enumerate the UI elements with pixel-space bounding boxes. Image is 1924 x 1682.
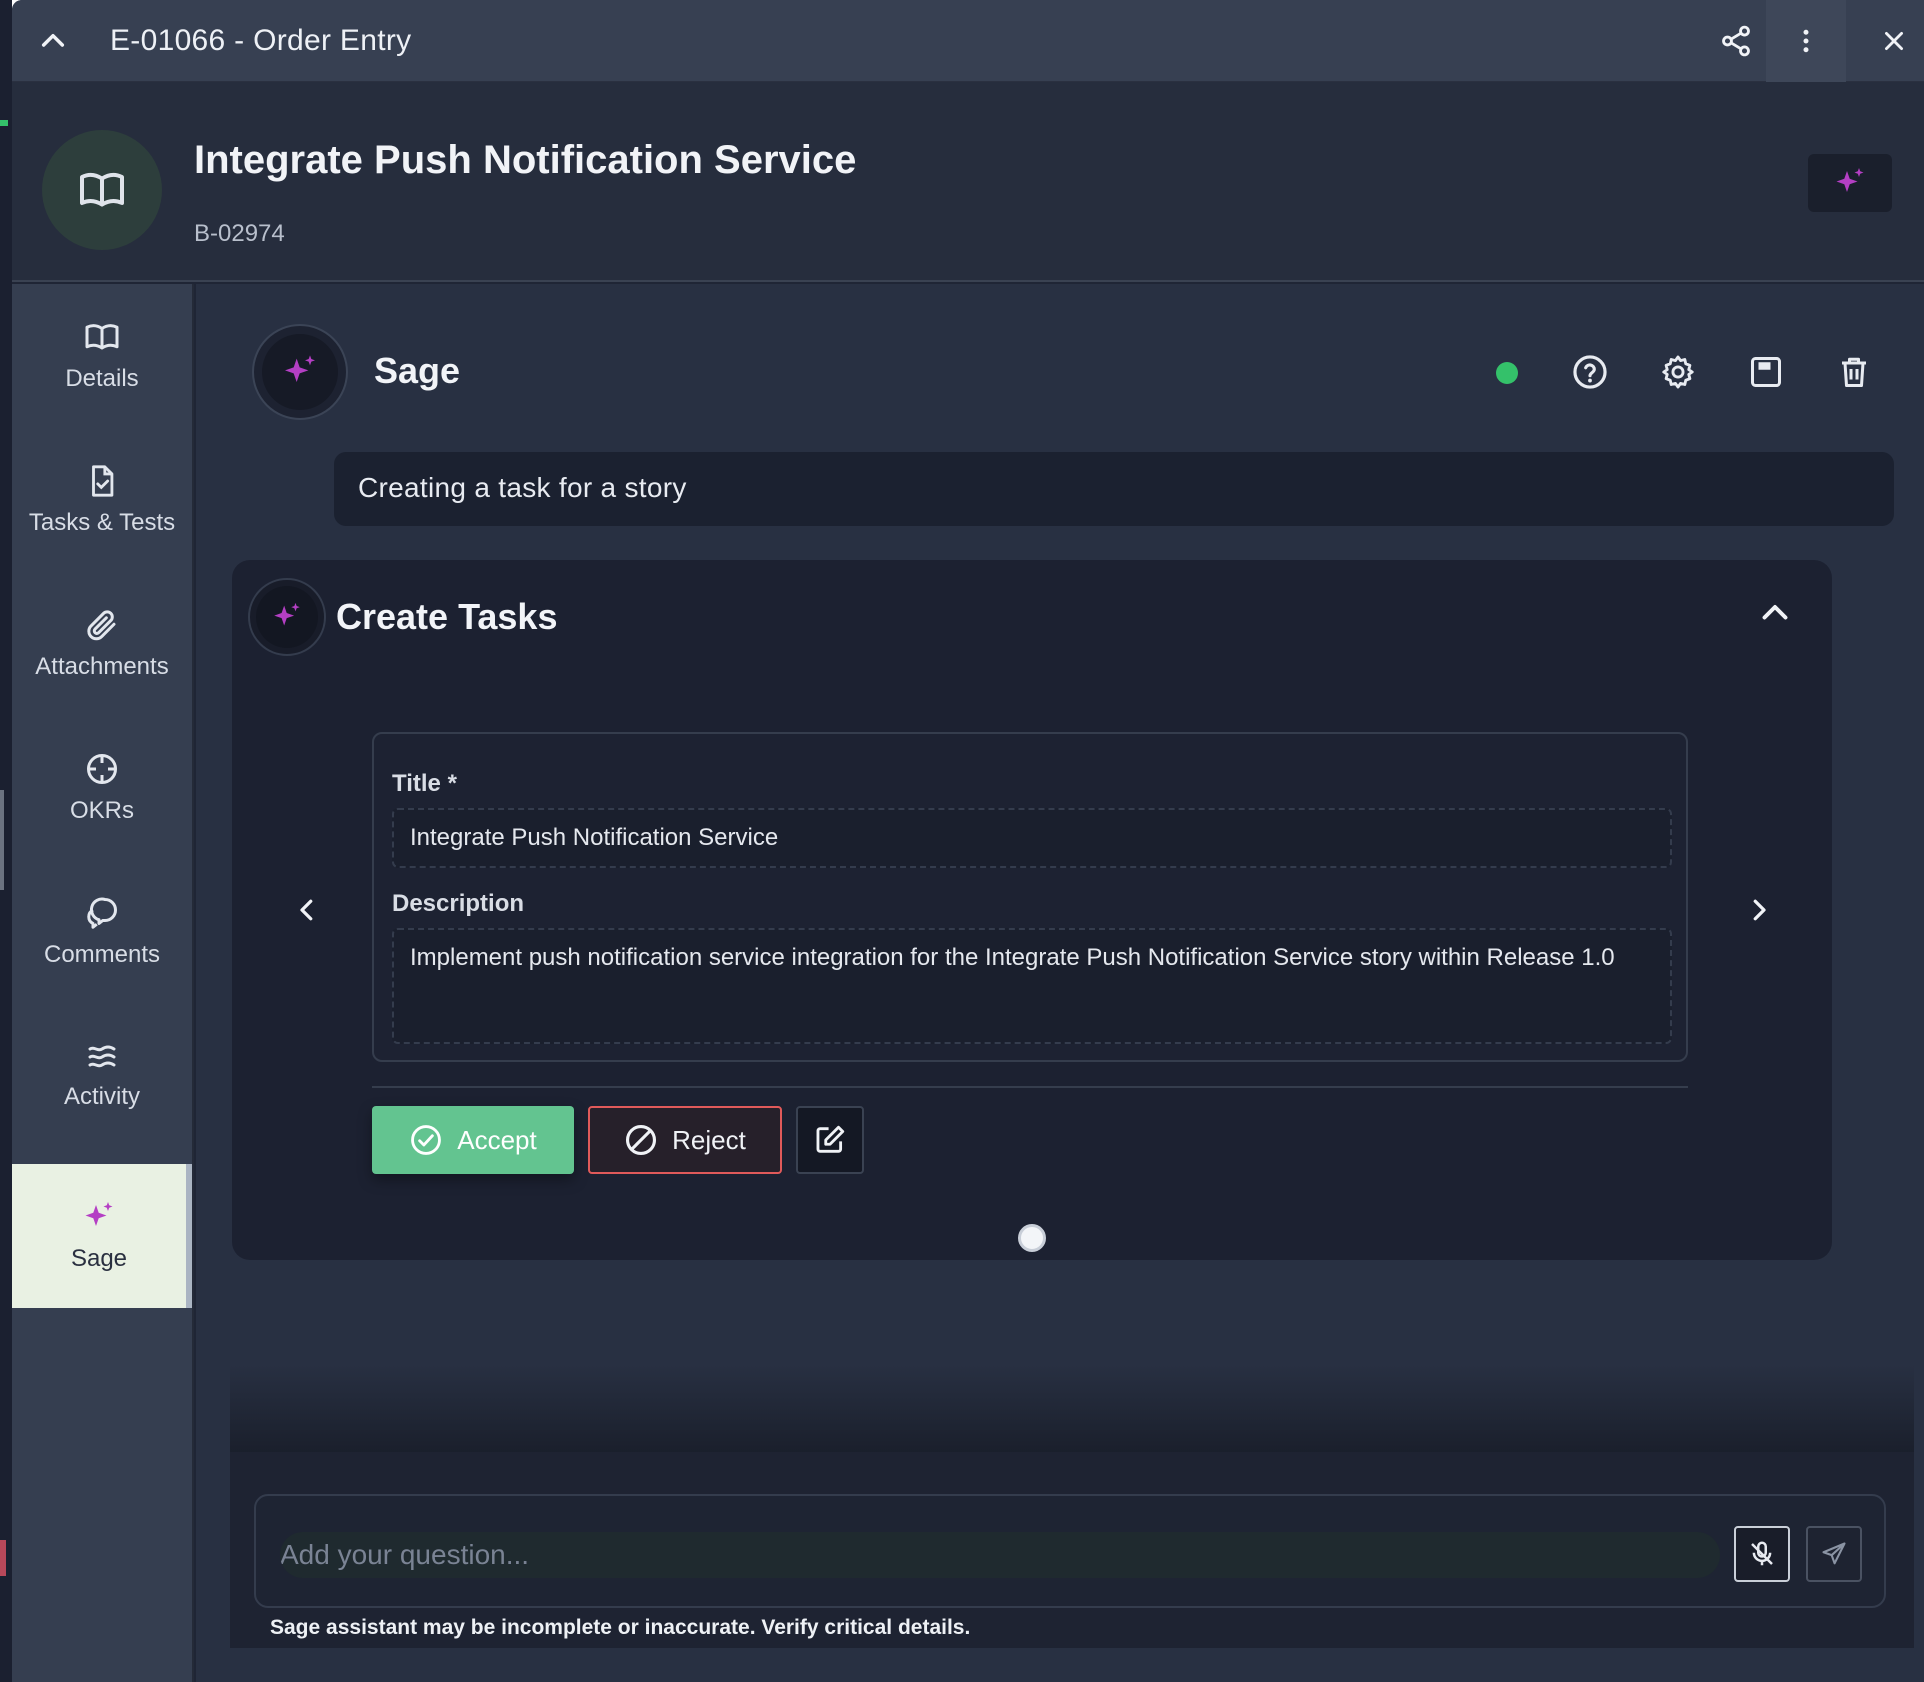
chevron-up-icon: [1762, 605, 1788, 620]
sidebar-item-label: OKRs: [69, 797, 134, 824]
sparkles-icon: [1836, 168, 1864, 192]
sage-avatar: [248, 578, 326, 656]
chat-input-wrapper: [254, 1494, 1886, 1608]
crosshair-icon: [87, 754, 117, 784]
microphone-button[interactable]: [1734, 1526, 1790, 1582]
user-prompt-bubble: Creating a task for a story: [334, 452, 1894, 526]
chat-bubbles-icon: [87, 897, 117, 929]
send-button[interactable]: [1806, 1526, 1862, 1582]
sage-name: Sage: [374, 350, 461, 391]
order-entry-panel: E-01066 - Order Entry Integrate Push Not…: [12, 0, 1924, 1682]
share-button[interactable]: [1696, 0, 1776, 82]
more-vertical-icon: [1803, 29, 1809, 53]
sidebar-item-label: Tasks & Tests: [28, 509, 176, 536]
description-label: Description: [392, 890, 525, 917]
chevron-right-icon: [1753, 899, 1766, 921]
edge-mark: [0, 1540, 6, 1576]
trash-icon: [1842, 357, 1866, 387]
edge-mark: [0, 120, 8, 126]
sage-button[interactable]: [1808, 154, 1892, 212]
help-icon: [1573, 355, 1607, 389]
book-icon: [80, 172, 124, 207]
story-avatar: [42, 130, 162, 250]
chevron-left-icon: [300, 899, 313, 921]
accept-label: Accept: [457, 1124, 537, 1155]
title-label: Title *: [392, 770, 457, 797]
sidebar-item-okrs[interactable]: OKRs: [12, 716, 192, 860]
sage-panel: Sage Creating a task for a story Create …: [196, 284, 1924, 1682]
microphone-off-icon: [1751, 1541, 1773, 1566]
close-button[interactable]: [1854, 0, 1924, 82]
carousel-page-indicator[interactable]: [1018, 1224, 1046, 1252]
card-title: Create Tasks: [336, 596, 558, 637]
sidebar-item-label: Details: [65, 365, 139, 392]
disclaimer-text: Sage assistant may be incomplete or inac…: [270, 1616, 971, 1639]
reject-button[interactable]: Reject: [588, 1106, 782, 1174]
share-icon: [1722, 25, 1750, 57]
sidebar-item-attachments[interactable]: Attachments: [12, 572, 192, 716]
sidebar-item-label: Attachments: [35, 653, 169, 680]
previous-task-button[interactable]: [282, 880, 332, 940]
ban-icon: [626, 1124, 657, 1156]
window-title: E-01066 - Order Entry: [110, 24, 412, 57]
story-title: Integrate Push Notification Service: [194, 138, 857, 182]
accept-button[interactable]: Accept: [372, 1106, 574, 1174]
file-check-icon: [92, 465, 114, 497]
more-options-button[interactable]: [1766, 0, 1846, 82]
background-app-edge: [0, 0, 12, 1682]
title-field[interactable]: Integrate Push Notification Service: [392, 808, 1672, 868]
status-indicator: [1496, 362, 1518, 384]
send-icon: [1822, 1542, 1846, 1565]
check-circle-icon: [411, 1125, 442, 1155]
title-bar: E-01066 - Order Entry: [12, 0, 1924, 82]
description-field[interactable]: Implement push notification service inte…: [392, 928, 1672, 1044]
save-button[interactable]: [1744, 350, 1788, 394]
close-icon: [1885, 32, 1903, 50]
sidebar-item-comments[interactable]: Comments: [12, 860, 192, 1004]
settings-button[interactable]: [1656, 350, 1700, 394]
question-input[interactable]: [280, 1532, 1720, 1578]
sage-avatar: [252, 324, 348, 420]
sage-header: Sage: [252, 324, 1892, 420]
collapse-card-button[interactable]: [1750, 588, 1800, 638]
edit-icon: [816, 1125, 845, 1153]
save-icon: [1751, 357, 1781, 387]
gear-icon: [1662, 355, 1694, 389]
book-icon: [85, 324, 119, 350]
sparkles-icon: [285, 355, 315, 382]
task-proposal: Title * Integrate Push Notification Serv…: [372, 732, 1688, 1062]
sparkles-icon: [274, 602, 300, 626]
sidebar-item-sage[interactable]: Sage: [12, 1164, 192, 1308]
sidebar-item-label: Sage: [70, 1245, 128, 1272]
chevron-up-icon: [41, 33, 65, 47]
paperclip-icon: [87, 610, 116, 641]
sidebar-item-label: Comments: [43, 941, 161, 968]
create-tasks-card: Create Tasks Title * Integrate Push Noti…: [232, 560, 1832, 1260]
sidebar-item-tasks-tests[interactable]: Tasks & Tests: [12, 428, 192, 572]
user-prompt-text: Creating a task for a story: [358, 472, 687, 503]
divider: [372, 1086, 1688, 1088]
sidebar-item-details[interactable]: Details: [12, 284, 192, 428]
collapse-button[interactable]: [32, 20, 74, 62]
sidebar-item-activity[interactable]: Activity: [12, 1004, 192, 1148]
edge-mark: [0, 790, 4, 890]
story-header: Integrate Push Notification Service B-02…: [12, 82, 1924, 282]
sparkles-icon: [85, 1202, 113, 1226]
help-button[interactable]: [1568, 350, 1612, 394]
chat-input-area: Sage assistant may be incomplete or inac…: [230, 1452, 1914, 1648]
edit-button[interactable]: [796, 1106, 864, 1174]
waves-icon: [88, 1045, 116, 1068]
sidebar-item-label: Activity: [63, 1083, 140, 1110]
story-id: B-02974: [194, 220, 285, 247]
reject-label: Reject: [672, 1124, 746, 1155]
next-task-button[interactable]: [1734, 880, 1784, 940]
sidebar: Details Tasks & Tests Attachments OKRs C…: [12, 284, 194, 1682]
delete-button[interactable]: [1832, 350, 1876, 394]
